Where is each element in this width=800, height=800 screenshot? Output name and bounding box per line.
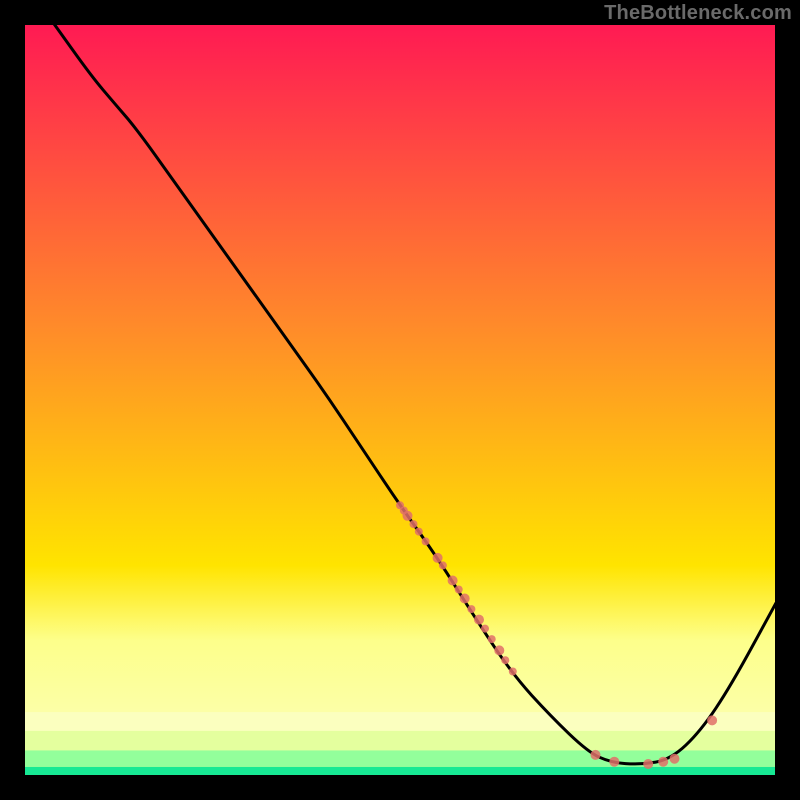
chart-frame	[24, 24, 776, 776]
bottleneck-chart	[24, 24, 776, 776]
data-point	[455, 586, 463, 594]
data-point	[609, 757, 619, 767]
data-point	[439, 561, 447, 569]
data-point	[448, 576, 458, 586]
data-point	[403, 511, 413, 521]
band-3	[24, 767, 776, 776]
data-point	[670, 754, 680, 764]
data-point	[467, 605, 475, 613]
data-point	[410, 520, 418, 528]
attribution-text: TheBottleneck.com	[604, 2, 792, 25]
data-point	[494, 645, 504, 655]
data-point	[488, 635, 496, 643]
data-point	[415, 528, 423, 536]
data-point	[460, 594, 470, 604]
data-point	[501, 656, 509, 664]
data-point	[707, 715, 717, 725]
data-point	[509, 668, 517, 676]
data-point	[643, 759, 653, 769]
data-point	[658, 757, 668, 767]
data-point	[474, 615, 484, 625]
data-point	[433, 553, 443, 563]
gradient-background	[24, 24, 776, 776]
data-point	[591, 750, 601, 760]
data-point	[422, 537, 430, 545]
data-point	[481, 625, 489, 633]
